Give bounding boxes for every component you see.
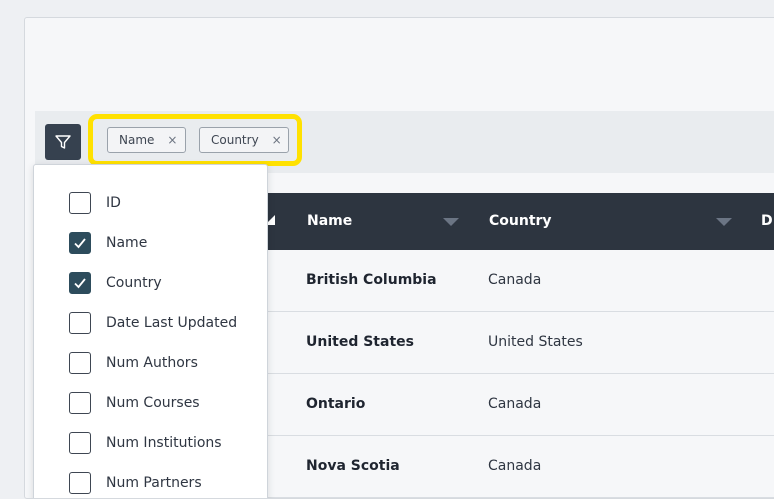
menu-option-date-last-updated[interactable]: Date Last Updated xyxy=(69,311,237,335)
option-label: ID xyxy=(106,195,121,211)
close-icon[interactable]: × xyxy=(272,133,282,147)
checkbox[interactable] xyxy=(69,432,91,454)
sort-caret-icon[interactable] xyxy=(443,218,459,226)
cell-name: United States xyxy=(306,334,414,350)
close-icon[interactable]: × xyxy=(167,133,177,147)
menu-option-num-institutions[interactable]: Num Institutions xyxy=(69,431,222,455)
filter-chip-country[interactable]: Country × xyxy=(199,127,289,153)
cell-country: Canada xyxy=(488,272,542,288)
option-label: Num Authors xyxy=(106,355,198,371)
column-header-country[interactable]: Country xyxy=(489,193,552,250)
checkmark-icon xyxy=(74,278,86,289)
checkbox-checked[interactable] xyxy=(69,272,91,294)
cell-country: United States xyxy=(488,334,583,350)
menu-option-num-authors[interactable]: Num Authors xyxy=(69,351,198,375)
filter-icon xyxy=(55,135,71,149)
column-header-name[interactable]: Name xyxy=(307,193,352,250)
sort-caret-icon[interactable] xyxy=(716,218,732,226)
chip-label: Country xyxy=(211,133,259,147)
main-panel: Name × Country × Name Country D British … xyxy=(24,17,774,499)
checkbox[interactable] xyxy=(69,392,91,414)
cell-name: Ontario xyxy=(306,396,366,412)
column-visibility-menu: ID Name Country Date Last Updated Num Au… xyxy=(33,164,268,498)
table-header: Name Country D xyxy=(265,193,774,250)
menu-option-country[interactable]: Country xyxy=(69,271,162,295)
option-label: Num Institutions xyxy=(106,435,222,451)
table-row[interactable]: United States United States xyxy=(265,312,774,374)
table-row[interactable]: Nova Scotia Canada xyxy=(265,436,774,498)
column-header-next[interactable]: D xyxy=(761,193,773,250)
cell-country: Canada xyxy=(488,458,542,474)
checkbox[interactable] xyxy=(69,472,91,494)
option-label: Country xyxy=(106,275,162,291)
cell-name: British Columbia xyxy=(306,272,437,288)
filter-button[interactable] xyxy=(45,124,81,160)
option-label: Date Last Updated xyxy=(106,315,238,331)
cell-country: Canada xyxy=(488,396,542,412)
checkbox-checked[interactable] xyxy=(69,232,91,254)
filter-chip-name[interactable]: Name × xyxy=(107,127,186,153)
table-row[interactable]: British Columbia Canada xyxy=(265,250,774,312)
chip-label: Name xyxy=(119,133,155,147)
menu-option-num-partners[interactable]: Num Partners xyxy=(69,471,202,495)
checkbox[interactable] xyxy=(69,352,91,374)
menu-option-num-courses[interactable]: Num Courses xyxy=(69,391,200,415)
menu-option-id[interactable]: ID xyxy=(69,191,121,215)
checkbox[interactable] xyxy=(69,192,91,214)
option-label: Name xyxy=(106,235,148,251)
checkbox[interactable] xyxy=(69,312,91,334)
checkmark-icon xyxy=(74,238,86,249)
option-label: Num Courses xyxy=(106,395,200,411)
cell-name: Nova Scotia xyxy=(306,458,400,474)
option-label: Num Partners xyxy=(106,475,202,491)
table-row[interactable]: Ontario Canada xyxy=(265,374,774,436)
menu-option-name[interactable]: Name xyxy=(69,231,147,255)
